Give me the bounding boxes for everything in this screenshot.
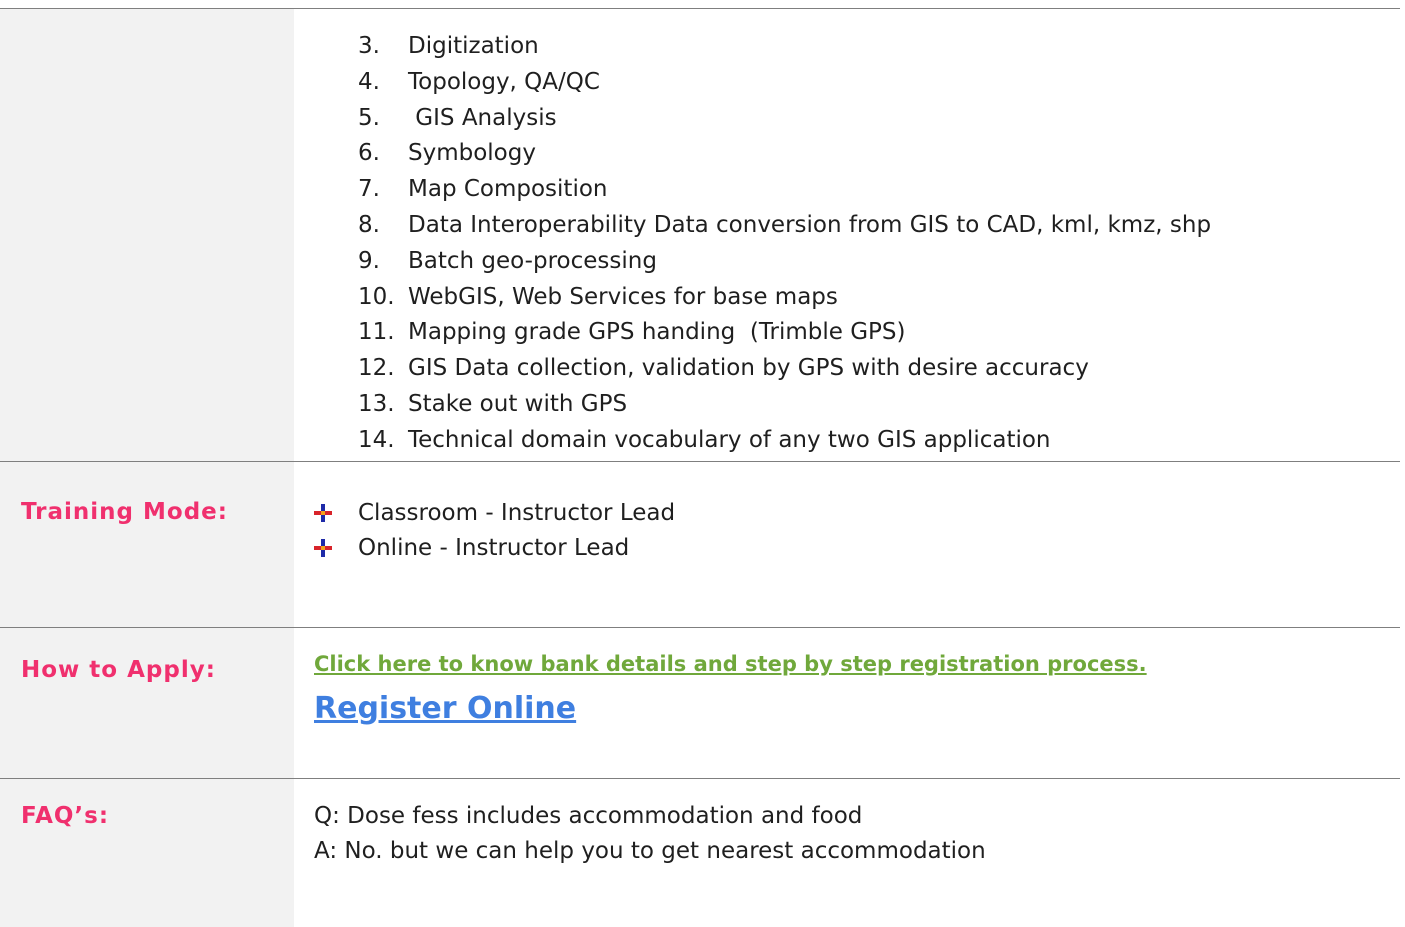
list-item-text: Data Interoperability Data conversion fr…: [408, 211, 1212, 238]
how-to-apply-label-cell: How to Apply:: [0, 628, 294, 778]
list-item-text: Map Composition: [408, 176, 608, 203]
list-item: 8. Data Interoperability Data conversion …: [358, 208, 1211, 244]
list-item-text: Symbology: [408, 140, 536, 167]
list-item-text: Mapping grade GPS handing (Trimble GPS): [408, 319, 906, 346]
pin-bullet-icon: [314, 539, 332, 557]
list-item: 5. GIS Analysis: [358, 101, 1211, 137]
list-item: 10. WebGIS, Web Services for base maps: [358, 280, 1211, 316]
list-item: 14. Technical domain vocabulary of any tw…: [358, 423, 1211, 459]
list-item-text: Stake out with GPS: [408, 390, 628, 417]
list-item-number: 13.: [358, 390, 395, 417]
training-mode-online: Online - Instructor Lead: [358, 535, 630, 561]
faq-label-cell: FAQ’s:: [0, 779, 294, 927]
syllabus-label-cell: [0, 9, 294, 461]
list-item-text: WebGIS, Web Services for base maps: [408, 283, 838, 310]
syllabus-row: 3. Digitization 4. Topology, QA/QC 5. GIS An…: [0, 9, 1400, 461]
list-item: Classroom - Instructor Lead: [314, 496, 675, 531]
list-item: 9. Batch geo-processing: [358, 244, 1211, 280]
course-details-table: 3. Digitization 4. Topology, QA/QC 5. GIS An…: [0, 0, 1405, 927]
faq-label: FAQ’s:: [21, 803, 110, 829]
list-item: 4. Topology, QA/QC: [358, 65, 1211, 101]
how-to-apply-content-cell: Click here to know bank details and step…: [294, 628, 1400, 778]
list-item: 11. Mapping grade GPS handing (Trimble GP…: [358, 315, 1211, 351]
list-item-text: Topology, QA/QC: [408, 68, 600, 95]
faq-row: FAQ’s: Q: Dose fess includes accommodati…: [0, 779, 1400, 927]
list-item-number: 8.: [358, 211, 380, 238]
training-mode-label: Training Mode:: [21, 499, 228, 525]
list-item-number: 11.: [358, 319, 395, 346]
list-item-number: 10.: [358, 283, 395, 310]
list-item-number: 5.: [358, 104, 380, 131]
list-item: 13. Stake out with GPS: [358, 387, 1211, 423]
list-item-number: 4.: [358, 68, 380, 95]
list-item-number: 3.: [358, 33, 380, 59]
list-item-number: 9.: [358, 247, 380, 274]
training-mode-label-cell: Training Mode:: [0, 462, 294, 627]
list-item-text: GIS Analysis: [408, 104, 557, 131]
how-to-apply-row: How to Apply: Click here to know bank de…: [0, 628, 1400, 778]
list-item-number: 14.: [358, 426, 395, 453]
syllabus-list: 3. Digitization 4. Topology, QA/QC 5. GIS An…: [358, 29, 1211, 459]
bank-details-link[interactable]: Click here to know bank details and step…: [314, 652, 1147, 676]
training-mode-content-cell: Classroom - Instructor Lead Online - Ins…: [294, 462, 1400, 627]
faq-answer: A: No. but we can help you to get neares…: [314, 838, 986, 864]
list-item-number: 6.: [358, 140, 380, 167]
list-item-text: Batch geo-processing: [408, 247, 657, 274]
faq-question: Q: Dose fess includes accommodation and …: [314, 803, 863, 829]
list-item-text: GIS Data collection, validation by GPS w…: [408, 355, 1089, 382]
list-item: 3. Digitization: [358, 29, 1211, 65]
training-mode-classroom: Classroom - Instructor Lead: [358, 500, 676, 526]
list-item-text: Digitization: [408, 33, 539, 59]
pin-bullet-icon: [314, 504, 332, 522]
training-mode-list: Classroom - Instructor Lead Online - Ins…: [314, 496, 675, 566]
how-to-apply-label: How to Apply:: [21, 657, 216, 683]
list-item-number: 12.: [358, 355, 395, 382]
list-item-number: 7.: [358, 176, 380, 203]
list-item: 7. Map Composition: [358, 172, 1211, 208]
syllabus-content-cell: 3. Digitization 4. Topology, QA/QC 5. GIS An…: [294, 9, 1400, 461]
list-item: Online - Instructor Lead: [314, 531, 675, 566]
register-online-link[interactable]: Register Online: [314, 691, 576, 726]
faq-content-cell: Q: Dose fess includes accommodation and …: [294, 779, 1400, 927]
training-mode-row: Training Mode: Classroom - Instructor Le…: [0, 462, 1400, 627]
list-item: 6. Symbology: [358, 136, 1211, 172]
list-item: 12. GIS Data collection, validation by GP…: [358, 351, 1211, 387]
list-item-text: Technical domain vocabulary of any two G…: [408, 426, 1051, 453]
